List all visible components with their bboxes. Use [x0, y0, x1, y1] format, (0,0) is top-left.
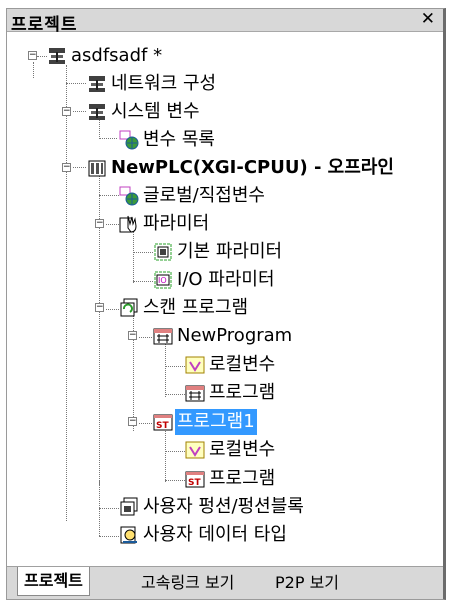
tree-node-global-vars[interactable]: 글로벌/직접변수 [7, 183, 307, 209]
st-program-icon: ST [153, 412, 173, 432]
ladder-program-icon [153, 326, 173, 346]
project-tree: − asdfsadf * 네트워크 구성 − 시스템 변수 변수 목록 − Ne… [7, 31, 443, 571]
collapse-toggle[interactable]: − [95, 219, 104, 228]
tree-label: 변수 목록 [143, 129, 215, 150]
project-panel: 프로젝트 ✕ − asdfsadf * 네트워크 구성 − 시스템 변수 변수 … [6, 8, 446, 600]
tree-label: 스캔 프로그램 [143, 297, 249, 318]
tree-node-network[interactable]: 네트워크 구성 [7, 71, 307, 97]
local-variable-icon [185, 440, 205, 460]
scan-program-icon [119, 298, 139, 318]
close-icon[interactable]: ✕ [421, 9, 435, 29]
tree-label: 글로벌/직접변수 [143, 185, 265, 206]
data-type-icon [119, 525, 139, 545]
basic-parameter-icon [153, 242, 173, 262]
panel-tabs: 프로젝트 고속링크 보기 P2P 보기 [7, 566, 443, 599]
panel-titlebar: 프로젝트 ✕ [7, 9, 443, 35]
tree-label: asdfsadf * [71, 45, 163, 66]
tree-label: 사용자 데이터 타입 [143, 524, 287, 545]
tab-p2p[interactable]: P2P 보기 [275, 571, 339, 595]
svg-text:ST: ST [156, 421, 169, 431]
io-parameter-icon: IO [153, 270, 173, 290]
collapse-toggle[interactable]: − [95, 303, 104, 312]
network-icon [47, 46, 67, 66]
tree-node-plc[interactable]: − NewPLC(XGI-CPUU) - 오프라인 [7, 155, 447, 181]
tree-node-io-param[interactable]: IO I/O 파라미터 [7, 267, 307, 293]
plc-icon [87, 158, 107, 178]
collapse-toggle[interactable]: − [62, 107, 71, 116]
tab-highspeed-link[interactable]: 고속링크 보기 [141, 571, 234, 595]
tree-node-local-vars-1[interactable]: 로컬변수 [7, 352, 307, 378]
network-icon [87, 74, 107, 94]
tree-node-var-list[interactable]: 변수 목록 [7, 127, 307, 153]
collapse-toggle[interactable]: − [128, 331, 137, 340]
tree-label: 사용자 펑션/펑션블록 [143, 496, 304, 517]
tree-label: 파라미터 [143, 213, 210, 234]
hand-parameter-icon [119, 214, 139, 234]
local-variable-icon [185, 355, 205, 375]
tree-node-local-vars-2[interactable]: 로컬변수 [7, 437, 307, 463]
collapse-toggle[interactable]: − [62, 163, 71, 172]
st-program-icon: ST [185, 469, 205, 489]
tree-label: I/O 파라미터 [177, 269, 275, 290]
tree-node-user-data-type[interactable]: 사용자 데이터 타입 [7, 522, 307, 548]
tree-node-program1[interactable]: − ST 프로그램1 [7, 409, 307, 435]
tree-label: 시스템 변수 [111, 101, 200, 122]
tree-label: 기본 파라미터 [177, 241, 283, 262]
tree-label-selected: 프로그램1 [175, 409, 257, 435]
tab-project[interactable]: 프로젝트 [17, 567, 90, 596]
tree-node-basic-param[interactable]: 기본 파라미터 [7, 239, 307, 265]
globe-variable-icon [119, 186, 139, 206]
tree-node-system-vars[interactable]: − 시스템 변수 [7, 99, 307, 125]
tree-label: 네트워크 구성 [111, 73, 217, 94]
tree-label: 프로그램 [209, 382, 276, 403]
tree-node-project[interactable]: − asdfsadf * [7, 43, 307, 69]
tree-label: 로컬변수 [209, 354, 276, 375]
collapse-toggle[interactable]: − [28, 51, 37, 60]
collapse-toggle[interactable]: − [128, 417, 137, 426]
tree-node-program-1[interactable]: 프로그램 [7, 380, 307, 406]
tree-node-parameters[interactable]: − 파라미터 [7, 211, 307, 237]
svg-text:ST: ST [188, 478, 201, 488]
ladder-program-icon [185, 383, 205, 403]
tree-label: NewPLC(XGI-CPUU) - 오프라인 [111, 157, 394, 178]
tree-label: 로컬변수 [209, 439, 276, 460]
tree-label: NewProgram [177, 325, 293, 346]
tree-node-scan-program[interactable]: − 스캔 프로그램 [7, 295, 307, 321]
tree-node-program-2[interactable]: ST 프로그램 [7, 466, 307, 492]
network-icon [87, 102, 107, 122]
globe-variable-icon [119, 130, 139, 150]
tree-node-newprogram[interactable]: − NewProgram [7, 323, 307, 349]
svg-text:IO: IO [158, 276, 167, 285]
tree-label: 프로그램 [209, 468, 276, 489]
tree-node-user-func[interactable]: 사용자 펑션/펑션블록 [7, 494, 307, 520]
function-block-icon [119, 497, 139, 517]
